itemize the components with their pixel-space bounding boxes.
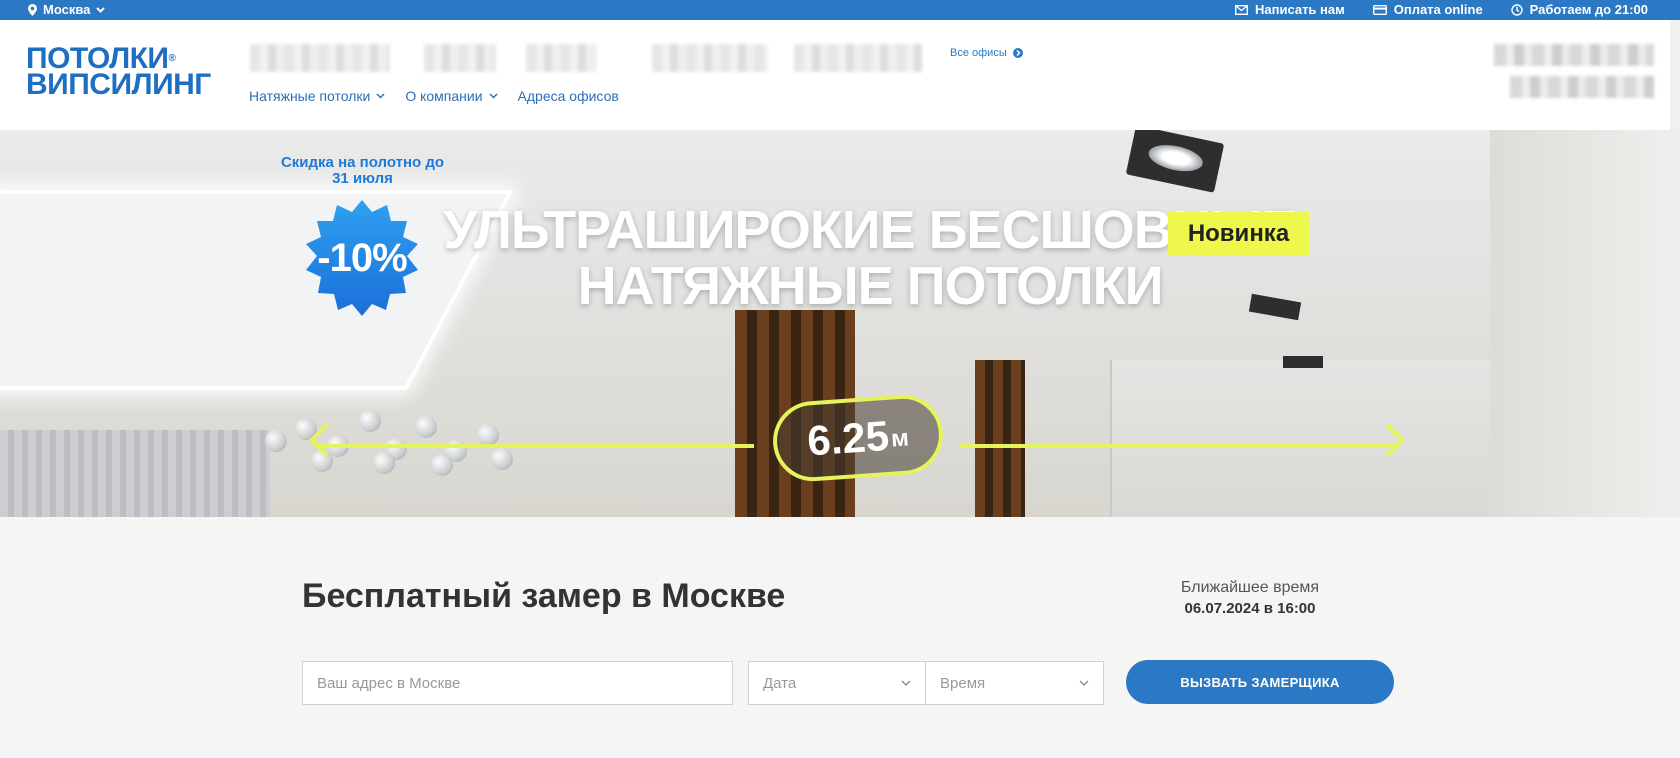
location-pin-icon (28, 3, 37, 16)
top-bar: Москва Написать нам Оплата online Работа… (0, 0, 1680, 20)
chevron-down-icon (376, 93, 385, 99)
new-badge: Новинка (1168, 212, 1309, 256)
write-us-label: Написать нам (1254, 2, 1345, 17)
pay-online-label: Оплата online (1393, 2, 1483, 17)
blurred-contact-2 (1510, 76, 1654, 98)
discount-badge: -10% (302, 198, 422, 318)
width-unit: м (890, 424, 910, 453)
working-hours: Работаем до 21:00 (1510, 2, 1648, 17)
curtain-graphic (0, 430, 270, 517)
main-nav: Натяжные потолки О компании Адреса офисо… (249, 88, 619, 104)
site-logo[interactable]: ПОТОЛКИ® ВИПСИЛИНГ (26, 44, 211, 101)
form-title: Бесплатный замер в Москве (302, 577, 786, 615)
site-header: ПОТОЛКИ® ВИПСИЛИНГ Все офисы Натяжные по… (0, 20, 1680, 130)
nav-item-ceilings[interactable]: Натяжные потолки (249, 88, 385, 104)
chevron-down-icon (901, 680, 911, 686)
date-placeholder: Дата (763, 674, 797, 692)
credit-card-icon (1372, 4, 1387, 15)
hero-banner[interactable]: Скидка на полотно до 31 июля -10% УЛЬТРА… (0, 130, 1680, 517)
width-arrow-line-right (960, 444, 1400, 448)
nav-item-label: Адреса офисов (517, 88, 619, 104)
blurred-phone-3 (526, 44, 596, 72)
nearest-time-value: 06.07.2024 в 16:00 (1184, 600, 1316, 617)
chandelier-graphic (255, 380, 535, 480)
call-measurer-button[interactable]: ВЫЗВАТЬ ЗАМЕРЩИКА (1126, 660, 1394, 704)
ceiling-lamp-graphic (1125, 130, 1225, 193)
width-value: 6.25 (805, 411, 891, 465)
nav-item-offices[interactable]: Адреса офисов (518, 88, 619, 104)
time-select[interactable]: Время (926, 661, 1104, 705)
discount-value: -10% (317, 235, 407, 280)
chevron-down-icon (489, 93, 498, 99)
working-hours-label: Работаем до 21:00 (1529, 2, 1648, 17)
address-input[interactable]: Ваш адрес в Москве (302, 661, 733, 705)
city-name: Москва (43, 2, 91, 17)
scrollbar[interactable] (1670, 20, 1680, 130)
blurred-phone-5 (794, 44, 922, 72)
blurred-phone-2 (424, 44, 496, 72)
write-us-link[interactable]: Написать нам (1234, 2, 1345, 17)
chevron-down-icon (96, 6, 106, 13)
city-selector[interactable]: Москва (28, 2, 106, 17)
width-label: 6.25 м (770, 392, 946, 484)
nearest-time: Ближайшее время 06.07.2024 в 16:00 (1150, 577, 1350, 619)
wall-graphic (1110, 360, 1500, 517)
nav-item-label: Натяжные потолки (249, 88, 371, 104)
nav-item-about[interactable]: О компании (405, 88, 498, 104)
nearest-time-label: Ближайшее время (1180, 579, 1320, 596)
ceiling-graphic (0, 190, 514, 390)
wall-graphic (1490, 130, 1680, 517)
width-arrow-line-left (314, 444, 754, 448)
arrow-circle-right-icon (1012, 48, 1023, 58)
date-select[interactable]: Дата (748, 661, 926, 705)
nav-item-label: О компании (405, 88, 483, 104)
blurred-phone-1 (250, 44, 390, 72)
all-offices-label: Все офисы (950, 47, 1007, 59)
blurred-phone-4 (652, 44, 768, 72)
time-placeholder: Время (940, 674, 986, 692)
mail-icon (1234, 4, 1248, 15)
all-offices-link[interactable]: Все офисы (950, 47, 1023, 59)
ceiling-lamp-graphic (1283, 356, 1323, 368)
measurement-form-section: Бесплатный замер в Москве Ближайшее врем… (0, 517, 1680, 758)
clock-icon (1510, 3, 1523, 16)
address-placeholder: Ваш адрес в Москве (317, 674, 461, 692)
blurred-contact-1 (1494, 44, 1654, 66)
pay-online-link[interactable]: Оплата online (1372, 2, 1483, 17)
logo-line-2: ВИПСИЛИНГ (26, 68, 211, 101)
promo-text: Скидка на полотно до 31 июля (280, 154, 445, 187)
chevron-down-icon (1079, 680, 1089, 686)
wood-panel-graphic (975, 360, 1025, 517)
